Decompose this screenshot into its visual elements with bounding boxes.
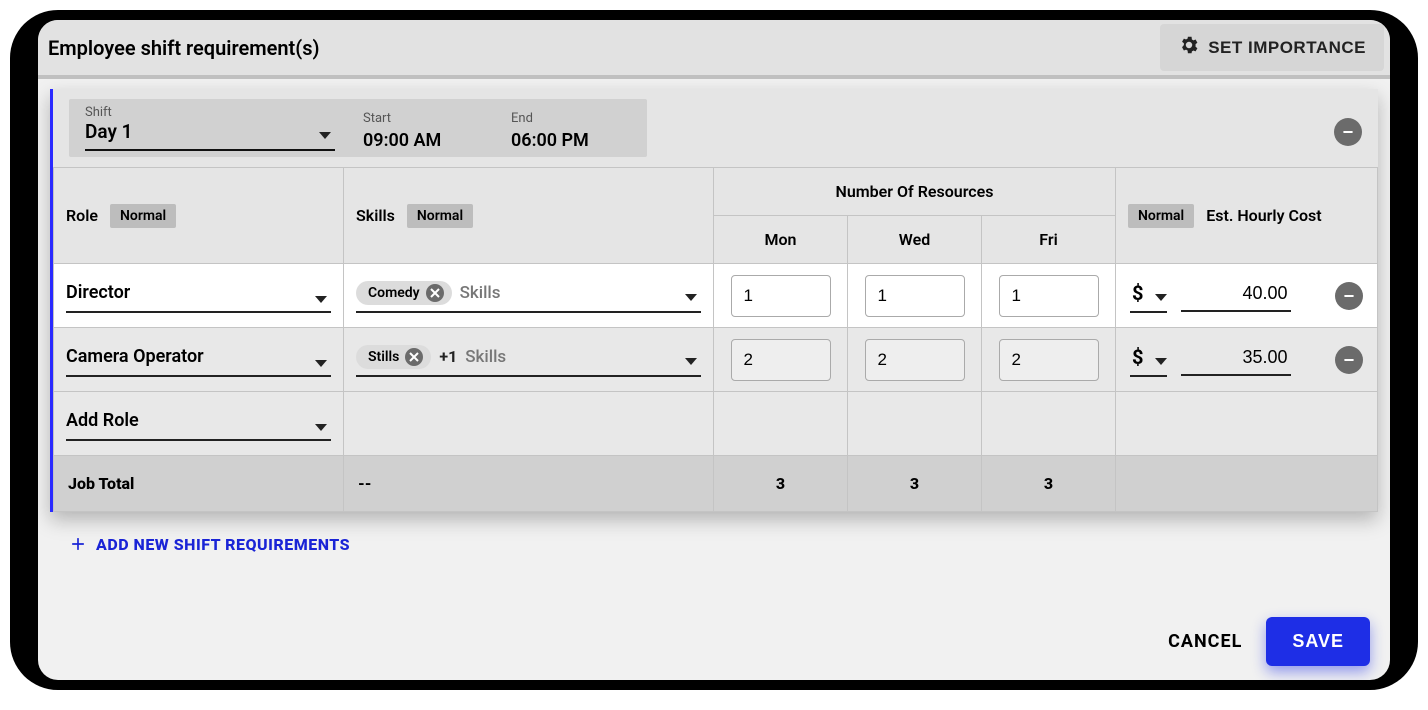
remove-shift-button[interactable] <box>1334 118 1362 146</box>
header-bar: Employee shift requirement(s) SET IMPORT… <box>38 20 1390 79</box>
set-importance-label: SET IMPORTANCE <box>1208 38 1366 58</box>
currency-select[interactable]: $ <box>1130 279 1167 313</box>
page-title: Employee shift requirement(s) <box>48 36 319 60</box>
shift-value: Day 1 <box>85 120 335 143</box>
currency-symbol: $ <box>1132 281 1143 305</box>
col-skills-label: Skills <box>356 206 395 225</box>
content-area: Shift Day 1 Start 09:00 AM End 06:00 PM <box>38 79 1390 680</box>
chevron-down-icon <box>315 296 327 303</box>
start-value: 09:00 AM <box>363 126 483 151</box>
chevron-down-icon <box>315 360 327 367</box>
add-new-label: ADD NEW SHIFT REQUIREMENTS <box>96 535 350 554</box>
role-value: Director <box>66 282 130 303</box>
cost-input[interactable] <box>1181 279 1291 312</box>
skills-select[interactable]: Comedy Skills <box>356 279 701 313</box>
skills-extra-count: +1 <box>439 347 457 366</box>
remove-row-button[interactable] <box>1335 282 1363 310</box>
count-input[interactable] <box>731 275 831 317</box>
chevron-down-icon <box>1155 294 1167 301</box>
total-mon: 3 <box>776 474 785 493</box>
shift-select[interactable]: Shift Day 1 <box>85 103 335 151</box>
minus-icon <box>1340 124 1356 140</box>
currency-symbol: $ <box>1132 345 1143 369</box>
count-input[interactable] <box>865 275 965 317</box>
end-value: 06:00 PM <box>511 126 631 151</box>
total-label: Job Total <box>68 474 134 493</box>
col-role-label: Role <box>66 206 98 225</box>
chip-label: Stills <box>368 349 399 365</box>
footer-actions: CANCEL SAVE <box>1168 617 1370 666</box>
cancel-button[interactable]: CANCEL <box>1168 631 1242 652</box>
tablet-frame: Employee shift requirement(s) SET IMPORT… <box>10 10 1418 690</box>
app-screen: Employee shift requirement(s) SET IMPORT… <box>38 20 1390 680</box>
plus-icon <box>68 534 88 554</box>
chip-remove[interactable] <box>426 284 444 302</box>
minus-icon <box>1341 352 1357 368</box>
minus-icon <box>1341 288 1357 304</box>
role-select[interactable]: Director <box>66 278 331 313</box>
add-role-placeholder: Add Role <box>66 410 139 431</box>
requirements-table: Role Normal Skills Normal <box>53 167 1378 512</box>
skills-placeholder: Skills <box>460 283 501 303</box>
role-select[interactable]: Camera Operator <box>66 342 331 377</box>
remove-row-button[interactable] <box>1335 346 1363 374</box>
gear-icon <box>1178 34 1200 61</box>
count-input[interactable] <box>999 339 1099 381</box>
count-input[interactable] <box>999 275 1099 317</box>
skill-chip: Comedy <box>356 281 452 305</box>
role-importance-badge[interactable]: Normal <box>110 204 176 228</box>
shift-card: Shift Day 1 Start 09:00 AM End 06:00 PM <box>50 89 1378 512</box>
chip-label: Comedy <box>368 285 420 301</box>
totals-row: Job Total -- 3 3 3 <box>54 456 1378 512</box>
currency-select[interactable]: $ <box>1130 343 1167 377</box>
col-cost-label: Est. Hourly Cost <box>1206 206 1321 225</box>
table-row: Director Comedy Skills $ <box>54 264 1378 328</box>
chevron-down-icon <box>1155 358 1167 365</box>
chevron-down-icon <box>685 358 697 365</box>
role-value: Camera Operator <box>66 346 204 367</box>
start-time-block[interactable]: Start 09:00 AM <box>363 111 483 151</box>
skill-chip: Stills <box>356 345 431 369</box>
start-label: Start <box>363 111 483 126</box>
cost-input[interactable] <box>1181 343 1291 376</box>
total-wed: 3 <box>910 474 919 493</box>
chevron-down-icon <box>685 294 697 301</box>
cost-importance-badge[interactable]: Normal <box>1128 204 1194 228</box>
total-skills-dash: -- <box>358 474 372 493</box>
end-label: End <box>511 111 631 126</box>
day-mon: Mon <box>765 230 797 249</box>
shift-label: Shift <box>85 105 335 120</box>
total-fri: 3 <box>1044 474 1053 493</box>
count-input[interactable] <box>865 339 965 381</box>
day-wed: Wed <box>899 230 930 249</box>
day-fri: Fri <box>1039 230 1058 249</box>
add-new-shift-button[interactable]: ADD NEW SHIFT REQUIREMENTS <box>44 512 1384 562</box>
chevron-down-icon <box>315 424 327 431</box>
table-row: Camera Operator Stills +1 Skills $ <box>54 328 1378 392</box>
add-role-row: Add Role <box>54 392 1378 456</box>
chevron-down-icon <box>319 132 331 139</box>
shift-block: Shift Day 1 Start 09:00 AM End 06:00 PM <box>69 99 647 157</box>
add-role-select[interactable]: Add Role <box>66 406 331 441</box>
skills-importance-badge[interactable]: Normal <box>407 204 473 228</box>
end-time-block[interactable]: End 06:00 PM <box>511 111 631 151</box>
skills-select[interactable]: Stills +1 Skills <box>356 343 701 377</box>
set-importance-button[interactable]: SET IMPORTANCE <box>1160 24 1384 71</box>
skills-placeholder: Skills <box>465 347 506 367</box>
count-input[interactable] <box>731 339 831 381</box>
chip-remove[interactable] <box>405 348 423 366</box>
save-button[interactable]: SAVE <box>1266 617 1370 666</box>
col-resources-label: Number Of Resources <box>836 182 994 201</box>
shift-header: Shift Day 1 Start 09:00 AM End 06:00 PM <box>53 89 1378 157</box>
